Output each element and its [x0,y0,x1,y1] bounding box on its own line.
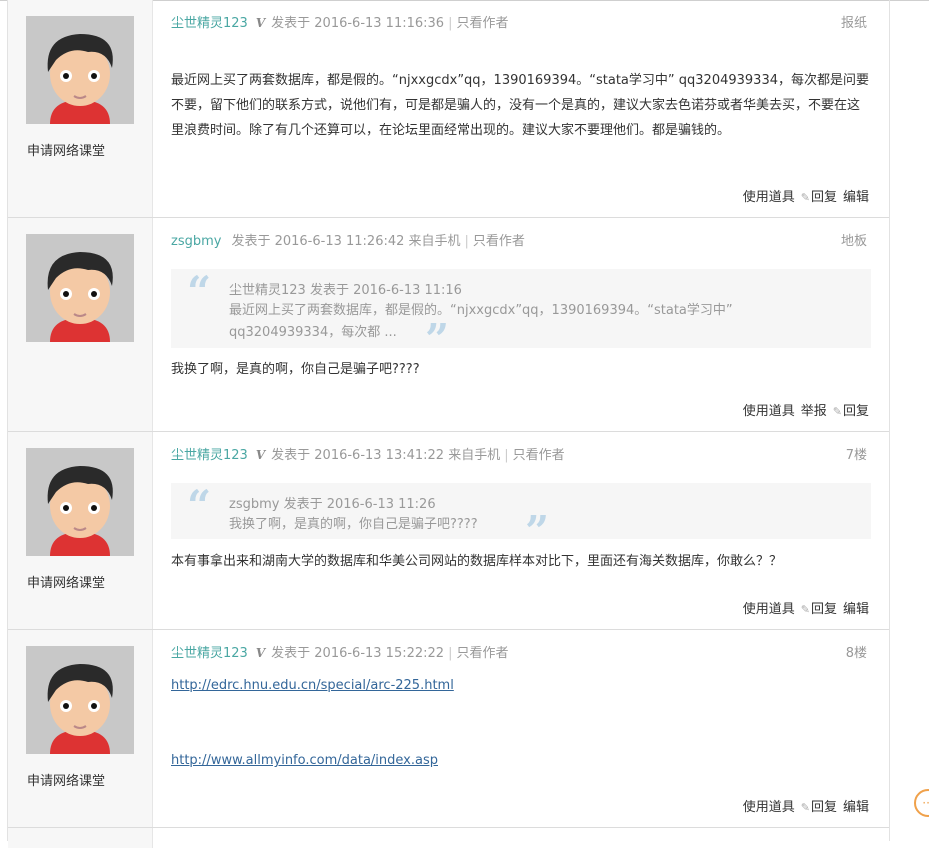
avatar-cartoon-icon [26,646,134,754]
post-meta: zsgbmy 发表于 2016-6-13 11:26:42 来自手机 | 只看作者 [171,230,525,249]
avatar-cartoon-icon [26,234,134,342]
post-meta: 尘世精灵123 V 发表于 2016-6-13 13:41:22 来自手机 | 只看作者 [171,444,565,463]
quote-block: “ zsgbmy 发表于 2016-6-13 11:26 我换了啊，是真的啊，你… [171,481,871,553]
user-group-label[interactable]: 申请网络课堂 [27,572,105,591]
post-actions: 使用道具 ✎回复 编辑 [737,186,869,205]
post-1: 申请网络课堂 尘世精灵123 V 发表于 2016-6-13 11:16:36 | 只看… [8,0,889,218]
close-quote-icon: ” [425,315,450,364]
avatar[interactable] [26,16,134,124]
post-content: http://www.allmyinfo.com/data/index.asp [171,748,871,773]
floor-label[interactable]: 地板 [841,230,867,249]
only-author-link[interactable]: 只看作者 [456,16,508,31]
floor-label[interactable]: 8楼 [846,642,867,661]
report-button[interactable]: 举报 [801,404,827,419]
vip-icon: V [255,646,266,660]
pencil-icon: ✎ [800,603,810,616]
only-author-link[interactable]: 只看作者 [456,646,508,661]
post-content: 最近网上买了两套数据库，都是假的。“njxxgcdx”qq，1390169394… [171,73,869,138]
post-author-sidebar: 申请网络课堂 [8,0,153,217]
post-main: 尘世精灵123 V 发表于 2016-6-13 15:22:22 | 只看作者 8楼 h… [153,630,889,827]
meta-divider: | [504,448,509,463]
floor-label[interactable]: 7楼 [846,444,867,463]
quote-header: 尘世精灵123 发表于 2016-6-13 11:16 [229,283,462,298]
post-main: 尘世精灵123 V 发表于 2016-6-13 13:41:22 来自手机 | 只看作者… [153,432,889,629]
post-content: 我换了啊，是真的啊，你自己是骗子吧???? [171,362,420,377]
post-2: zsgbmy 发表于 2016-6-13 11:26:42 来自手机 | 只看作者 地… [8,218,889,432]
avatar[interactable] [26,646,134,754]
reply-button[interactable]: 回复 [811,602,837,617]
quote-text: 最近网上买了两套数据库，都是假的。“njxxgcdx”qq，1390169394… [229,303,733,340]
close-quote-icon: ” [525,507,550,556]
post-actions: 使用道具 ✎回复 编辑 [737,598,869,617]
post-4: 申请网络课堂 尘世精灵123 V 发表于 2016-6-13 15:22:22 | 只看… [8,630,889,828]
quote-block: “ 尘世精灵123 发表于 2016-6-13 11:16 最近网上买了两套数据… [171,267,871,361]
post-time: 发表于 2016-6-13 11:26:42 来自手机 [231,234,461,249]
author-name[interactable]: 尘世精灵123 [171,646,248,661]
post-author-sidebar: 申请网络课堂 [8,432,153,629]
open-quote-icon: “ [187,481,212,530]
user-group-label[interactable]: 申请网络课堂 [27,770,105,789]
post-author-sidebar: 申请网络课堂 [8,630,153,827]
use-item-button[interactable]: 使用道具 [743,190,795,205]
post-main: zsgbmy 发表于 2016-6-13 11:26:42 来自手机 | 只看作者 地… [153,218,889,431]
vip-icon: V [255,16,266,30]
reply-button[interactable]: 回复 [811,190,837,205]
reply-button[interactable]: 回复 [811,800,837,815]
post-time: 发表于 2016-6-13 15:22:22 [271,646,445,661]
avatar-cartoon-icon [26,16,134,124]
use-item-button[interactable]: 使用道具 [743,800,795,815]
avatar-cartoon-icon [26,448,134,556]
edit-button[interactable]: 编辑 [843,190,869,205]
content-link[interactable]: http://www.allmyinfo.com/data/index.asp [171,753,438,768]
post-time: 发表于 2016-6-13 13:41:22 来自手机 [271,448,501,463]
post-3: 申请网络课堂 尘世精灵123 V 发表于 2016-6-13 13:41:22 来自… [8,432,889,630]
use-item-button[interactable]: 使用道具 [743,602,795,617]
quote-header: zsgbmy 发表于 2016-6-13 11:26 [229,497,436,512]
vip-icon: V [255,448,266,462]
post-author-sidebar [8,218,153,431]
content-link[interactable]: http://edrc.hnu.edu.cn/special/arc-225.h… [171,678,454,693]
user-group-label[interactable]: 申请网络课堂 [27,140,105,159]
only-author-link[interactable]: 只看作者 [513,448,565,463]
post-content: http://edrc.hnu.edu.cn/special/arc-225.h… [171,673,871,698]
post-actions: 使用道具 ✎回复 编辑 [737,796,869,815]
use-item-button[interactable]: 使用道具 [743,404,795,419]
floor-label[interactable]: 报纸 [841,12,867,31]
edit-button[interactable]: 编辑 [843,800,869,815]
post-author-sidebar [8,828,153,848]
post-meta: 尘世精灵123 V 发表于 2016-6-13 15:22:22 | 只看作者 [171,642,508,661]
author-name[interactable]: zsgbmy [171,234,221,249]
post-5-partial [8,828,889,848]
meta-divider: | [448,16,453,31]
thread-container: 申请网络课堂 尘世精灵123 V 发表于 2016-6-13 11:16:36 | 只看… [7,0,890,848]
post-content: 本有事拿出来和湖南大学的数据库和华美公司网站的数据库样本对比下，里面还有海关数据… [171,554,783,569]
pencil-icon: ✎ [800,191,810,204]
avatar[interactable] [26,234,134,342]
meta-divider: | [448,646,453,661]
meta-divider: | [464,234,469,249]
avatar[interactable] [26,448,134,556]
post-main: 尘世精灵123 V 发表于 2016-6-13 11:16:36 | 只看作者 报纸 最… [153,0,889,217]
pencil-icon: ✎ [800,801,810,814]
post-actions: 使用道具 举报 ✎回复 [737,400,869,419]
only-author-link[interactable]: 只看作者 [473,234,525,249]
reply-button[interactable]: 回复 [843,404,869,419]
author-name[interactable]: 尘世精灵123 [171,448,248,463]
post-meta: 尘世精灵123 V 发表于 2016-6-13 11:16:36 | 只看作者 [171,12,508,31]
chat-bubble-icon[interactable]: ··· [914,789,929,817]
edit-button[interactable]: 编辑 [843,602,869,617]
post-time: 发表于 2016-6-13 11:16:36 [271,16,445,31]
open-quote-icon: “ [187,267,212,316]
pencil-icon: ✎ [832,405,842,418]
author-name[interactable]: 尘世精灵123 [171,16,248,31]
